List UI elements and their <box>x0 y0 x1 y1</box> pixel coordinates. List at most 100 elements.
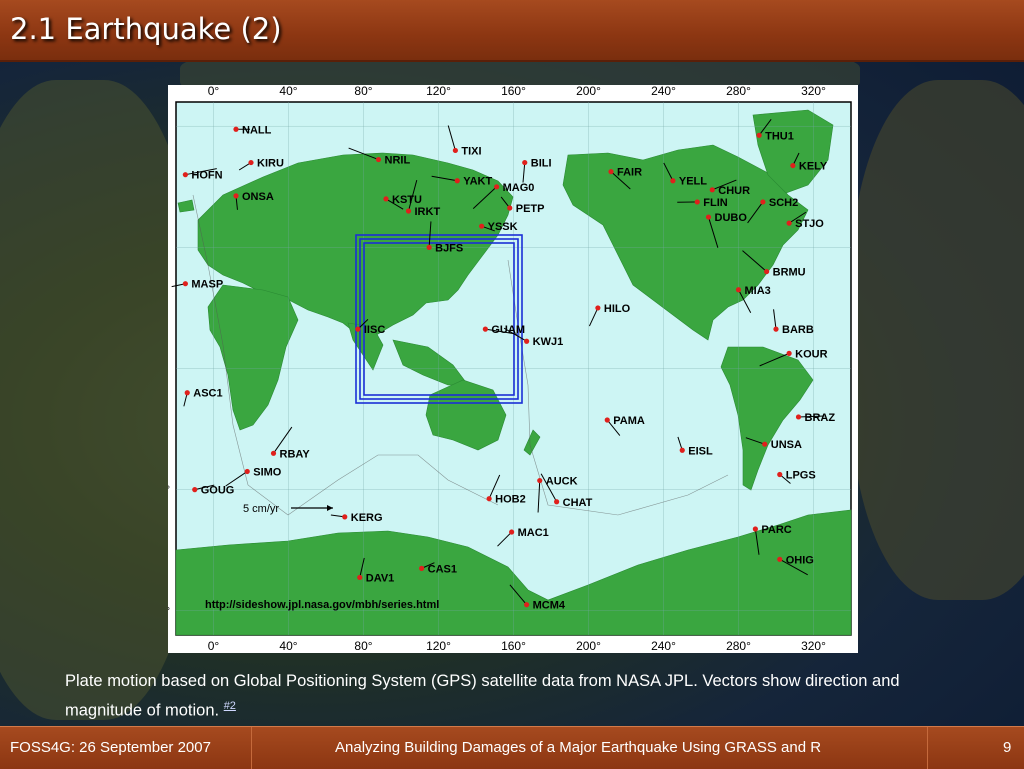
station-dot <box>383 196 388 201</box>
station-dot <box>507 205 512 210</box>
station-dot <box>537 478 542 483</box>
title-bar: 2.1 Earthquake (2) <box>0 0 1024 62</box>
station-dot <box>245 469 250 474</box>
station-dot <box>355 327 360 332</box>
station-label: EISL <box>688 445 713 457</box>
station-dot <box>183 281 188 286</box>
station-dot <box>787 221 792 226</box>
station-dot <box>680 448 685 453</box>
lon-tick-label-top: 80° <box>354 85 372 98</box>
plate-motion-map: NALLTHU1TIXINRILKIRUBILIFAIRHOFNKELYYELL… <box>168 85 858 653</box>
station-label: KELY <box>799 161 828 173</box>
station-label: MASP <box>191 279 223 291</box>
station-label: THU1 <box>765 130 794 142</box>
lon-tick-label-bottom: 280° <box>726 639 751 653</box>
station-label: PAMA <box>613 415 645 427</box>
station-dot <box>494 184 499 189</box>
station-dot <box>787 351 792 356</box>
background-land-right <box>850 80 1024 600</box>
station-dot <box>342 514 347 519</box>
station-dot <box>796 414 801 419</box>
station-dot <box>777 557 782 562</box>
station-dot <box>695 199 700 204</box>
station-dot <box>790 163 795 168</box>
station-label: ONSA <box>242 191 274 203</box>
station-label: BARB <box>782 324 814 336</box>
lon-tick-label-top: 240° <box>651 85 676 98</box>
station-label: HILO <box>604 303 631 315</box>
station-dot <box>376 157 381 162</box>
lat-tick-label-left: -40° <box>168 483 170 497</box>
station-label: PETP <box>516 203 545 215</box>
station-label: HOB2 <box>495 494 526 506</box>
station-label: KOUR <box>795 348 827 360</box>
station-label: LPGS <box>786 469 816 481</box>
reference-link[interactable]: #2 <box>224 700 236 712</box>
station-dot <box>233 127 238 132</box>
station-label: BRAZ <box>805 412 836 424</box>
caption: Plate motion based on Global Positioning… <box>65 670 965 723</box>
lon-tick-label-bottom: 120° <box>426 639 451 653</box>
station-label: MAC1 <box>518 527 549 539</box>
station-dot <box>524 339 529 344</box>
station-label: NRIL <box>385 155 411 167</box>
lat-tick-label-left: -80° <box>168 604 170 618</box>
lon-tick-label-top: 40° <box>279 85 297 98</box>
station-label: HOFN <box>191 170 222 182</box>
slide-title: 2.1 Earthquake (2) <box>10 12 282 46</box>
source-url: http://sideshow.jpl.nasa.gov/mbh/series.… <box>205 599 439 611</box>
station-label: CAS1 <box>428 563 457 575</box>
station-label: AUCK <box>546 476 578 488</box>
scale-label: 5 cm/yr <box>243 503 279 515</box>
station-label: DUBO <box>715 212 748 224</box>
station-dot <box>453 148 458 153</box>
station-label: BJFS <box>435 242 463 254</box>
station-label: STJO <box>795 218 824 230</box>
station-dot <box>757 133 762 138</box>
lon-tick-label-bottom: 240° <box>651 639 676 653</box>
station-label: MIA3 <box>745 285 771 297</box>
station-dot <box>764 269 769 274</box>
station-dot <box>406 208 411 213</box>
station-dot <box>605 417 610 422</box>
station-label: NALL <box>242 124 272 136</box>
station-label: GOUG <box>201 485 235 497</box>
station-label: ASC1 <box>193 388 222 400</box>
station-dot <box>670 178 675 183</box>
station-dot <box>233 193 238 198</box>
lon-tick-label-bottom: 0° <box>208 639 220 653</box>
station-dot <box>706 214 711 219</box>
station-dot <box>185 390 190 395</box>
lon-tick-label-bottom: 160° <box>501 639 526 653</box>
lon-tick-label-top: 200° <box>576 85 601 98</box>
station-label: CHAT <box>563 497 593 509</box>
station-label: BILI <box>531 158 552 170</box>
lon-tick-label-bottom: 80° <box>354 639 372 653</box>
station-label: IRKT <box>415 206 441 218</box>
station-label: FLIN <box>703 197 727 209</box>
station-label: FAIR <box>617 167 642 179</box>
station-label: KSTU <box>392 194 422 206</box>
map-svg: NALLTHU1TIXINRILKIRUBILIFAIRHOFNKELYYELL… <box>168 85 858 653</box>
station-dot <box>183 172 188 177</box>
station-dot <box>479 224 484 229</box>
station-label: YSSK <box>488 221 518 233</box>
station-dot <box>483 327 488 332</box>
lon-tick-label-top: 320° <box>801 85 826 98</box>
station-dot <box>419 566 424 571</box>
footer-title: Analyzing Building Damages of a Major Ea… <box>335 739 821 756</box>
station-dot <box>753 526 758 531</box>
station-dot <box>524 602 529 607</box>
station-label: RBAY <box>280 448 311 460</box>
lon-tick-label-top: 280° <box>726 85 751 98</box>
station-label: YAKT <box>463 176 492 188</box>
footer-separator-left <box>251 727 252 769</box>
station-label: SIMO <box>253 466 282 478</box>
station-dot <box>455 178 460 183</box>
caption-text: Plate motion based on Global Positioning… <box>65 672 900 720</box>
station-label: MAG0 <box>503 182 535 194</box>
lon-tick-label-top: 160° <box>501 85 526 98</box>
lon-tick-label-bottom: 40° <box>279 639 297 653</box>
lon-tick-label-top: 0° <box>208 85 220 98</box>
lon-tick-label-top: 120° <box>426 85 451 98</box>
